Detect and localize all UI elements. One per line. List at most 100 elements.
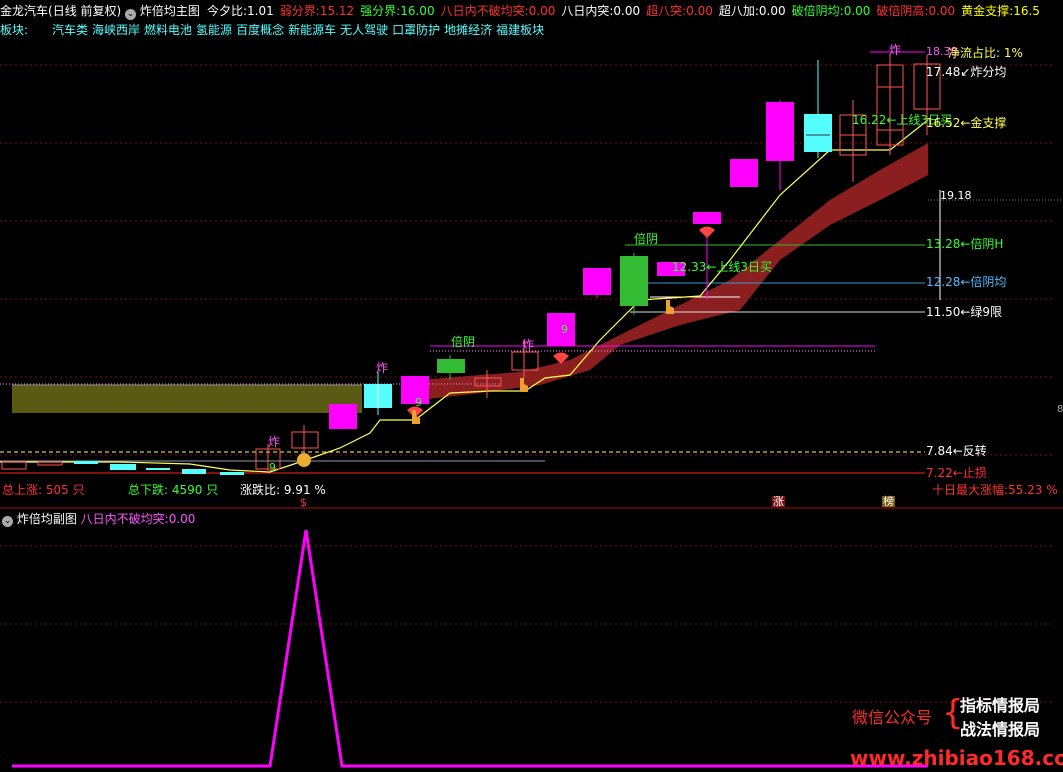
- candle: [766, 102, 794, 161]
- chevron-down-icon[interactable]: ⌄: [125, 9, 137, 20]
- candle: [37, 461, 63, 466]
- sector-item[interactable]: 无人驾驶: [340, 23, 388, 37]
- sector-label: 板块:: [0, 23, 29, 37]
- sector-item[interactable]: 氢能源: [196, 23, 232, 37]
- sub-signal-line: [12, 530, 928, 768]
- total-down-count: 总下跌: 4590 只: [128, 483, 219, 497]
- yellow-trend-line: [0, 119, 929, 473]
- header-indicator-label: 弱分界:: [279, 4, 320, 18]
- hand-pointer-icon: [666, 300, 674, 314]
- nine-label: 9: [415, 396, 422, 409]
- sector-item[interactable]: 海峡西岸: [92, 23, 140, 37]
- header-indicator-label: 超八突:: [646, 4, 687, 18]
- zha-label: 炸: [268, 435, 281, 449]
- header-indicator-label: 破倍阴均:: [791, 4, 844, 18]
- max-rise-ten-days: 十日最大涨幅:55.23 %: [932, 483, 1058, 497]
- sector-item[interactable]: 新能源车: [288, 23, 336, 37]
- header-indicator-label: 超八加:: [718, 4, 759, 18]
- reversal-label: 7.84←反转: [926, 444, 987, 458]
- gold-support-label: 16.52←金支撑: [926, 116, 1007, 130]
- price-19-18: 19.18: [940, 189, 972, 202]
- sub-panel-title[interactable]: 炸倍均副图: [17, 512, 77, 526]
- advance-decline-ratio: 涨跌比: 9.91 %: [240, 483, 326, 497]
- header-indicator-value: 0.00: [758, 4, 786, 18]
- candle: [182, 469, 206, 474]
- header-indicator-item: 弱分界:15.12: [280, 4, 354, 18]
- beiyin-label: 倍阴: [451, 335, 476, 349]
- candle: [146, 468, 170, 470]
- sub-panel-item-label: 八日内不破均突:: [80, 512, 169, 526]
- sector-item[interactable]: 口罩防护: [392, 23, 440, 37]
- header-indicator-value: 0.00: [843, 4, 871, 18]
- sector-item[interactable]: 福建板块: [496, 23, 544, 37]
- header-indicator-label: 强分界:: [360, 4, 401, 18]
- total-up-count: 总上涨: 505 只: [2, 483, 85, 497]
- net-inflow-ratio: 净流占比: 1%: [948, 46, 1023, 60]
- signal-markers: [297, 226, 715, 467]
- header-indicator-label: 今夕比:: [207, 4, 248, 18]
- sector-item[interactable]: 汽车类: [52, 23, 88, 37]
- sub-chart[interactable]: [0, 530, 1063, 772]
- header-indicator-value: 0.00: [528, 4, 556, 18]
- zha-label: 炸: [522, 338, 535, 352]
- header-bar: 金龙汽车(日线 前复权) ⌄ 炸倍均主图: [0, 5, 200, 20]
- sector-item[interactable]: 百度概念: [236, 23, 284, 37]
- nine-label: 9: [269, 461, 276, 474]
- sector-item[interactable]: 地摊经济: [444, 23, 492, 37]
- stop-loss-label: 7.22←止损: [926, 466, 987, 480]
- zha-average-label: 17.48↙炸分均: [926, 65, 1007, 79]
- candle: [329, 404, 357, 429]
- header-indicator-item: 今夕比:1.01: [207, 4, 274, 18]
- header-indicator-value: 16.00: [400, 4, 435, 18]
- watermark-url: www.zhibiao168.com: [850, 746, 1063, 770]
- bang-badge: 榜: [882, 495, 895, 508]
- sub-panel-header: ⌄ 炸倍均副图 八日内不破均突:0.00: [2, 513, 195, 527]
- stock-name[interactable]: 金龙汽车: [0, 4, 48, 18]
- olive-zone: [12, 385, 362, 413]
- nine-label: 9: [561, 323, 568, 336]
- chevron-down-icon[interactable]: ⌄: [2, 516, 13, 527]
- header-indicator-label: 黄金支撑:: [961, 4, 1014, 18]
- sector-bar: 板块:: [0, 24, 28, 36]
- header-indicator-label: 八日内不破均突:: [440, 4, 529, 18]
- candle: [291, 431, 319, 449]
- header-indicator-label: 破倍阴高:: [876, 4, 929, 18]
- header-indicator-item: 破倍阴均:0.00: [792, 4, 871, 18]
- indicator-name[interactable]: 炸倍均主图: [140, 4, 200, 18]
- candle: [730, 159, 758, 187]
- candle: [804, 114, 832, 152]
- watermark-line2: 战法情报局: [960, 720, 1041, 739]
- sector-item[interactable]: 燃料电池: [144, 23, 192, 37]
- header-indicator-item: 超八加:0.00: [719, 4, 786, 18]
- zhang-badge: 涨: [772, 495, 785, 508]
- candle: [693, 212, 721, 224]
- sub-panel-item-value: 0.00: [168, 512, 196, 526]
- candle: [437, 359, 465, 373]
- candle: [110, 464, 136, 470]
- header-indicator-item: 超八突:0.00: [646, 4, 713, 18]
- beiyin-label: 倍阴: [634, 232, 659, 246]
- header-indicator-value: 0.00: [686, 4, 713, 18]
- period-label[interactable]: (日线 前复权): [48, 4, 121, 18]
- right-edge-marker: 8: [1057, 404, 1063, 415]
- header-indicator-item: 黄金支撑:16.5: [961, 4, 1040, 18]
- coin-icon: [297, 453, 311, 467]
- main-chart[interactable]: [0, 40, 1063, 512]
- candle: [511, 351, 539, 371]
- header-indicator-value: 0.00: [613, 4, 641, 18]
- candle: [74, 461, 98, 464]
- header-indicator-values: 今夕比:1.01 弱分界:15.12 强分界:16.00 八日内不破均突:0.00 八日…: [207, 5, 1046, 17]
- header-indicator-item: 强分界:16.00: [360, 4, 434, 18]
- watermark-wechat: 微信公众号: [852, 708, 933, 727]
- header-indicator-value: 1.01: [247, 4, 274, 18]
- header-indicator-value: 15.12: [319, 4, 355, 18]
- header-indicator-item: 八日内不破均突:0.00: [441, 4, 556, 18]
- wifi-signal-icon: [699, 226, 715, 238]
- upline-buy-label: 12.33←上线3日买: [672, 260, 773, 274]
- sector-list: 汽车类 海峡西岸 燃料电池 氢能源 百度概念 新能源车 无人驾驶 口罩防护 地摊经济 福建板块: [52, 24, 548, 36]
- candle: [220, 472, 244, 475]
- zha-label: 炸: [376, 361, 389, 375]
- watermark-line1: 指标情报局: [960, 696, 1041, 715]
- zha-label: 炸: [889, 43, 902, 57]
- header-indicator-value: 16.5: [1013, 4, 1040, 18]
